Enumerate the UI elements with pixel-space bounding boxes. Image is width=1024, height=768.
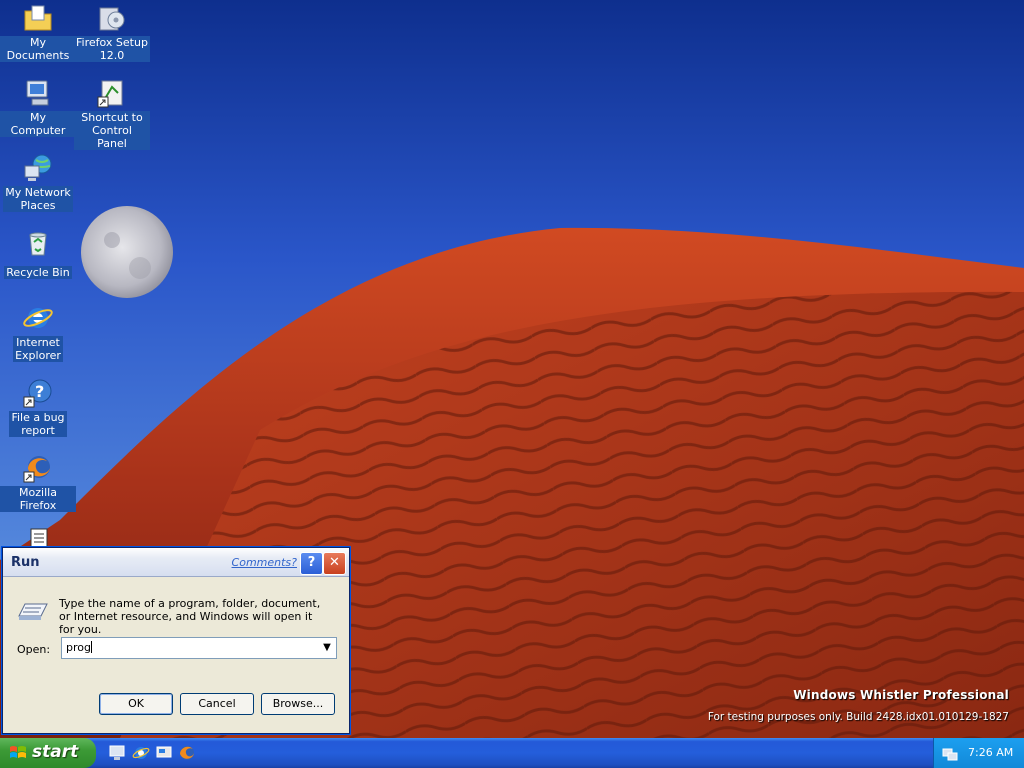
label-line: Firefox Setup [76,36,148,49]
label-line: Internet [16,336,60,349]
open-combobox[interactable]: prog ▼ [61,637,337,659]
help-button[interactable]: ? [300,552,323,575]
desktop-icon-label: My Network Places [3,186,73,212]
desktop-icon-label: Internet Explorer [13,336,63,362]
browse-button[interactable]: Browse... [261,693,335,715]
firefox-setup-icon [99,7,125,31]
label-line: Control Panel [92,124,132,150]
cancel-button[interactable]: Cancel [180,693,254,715]
desktop-icon-network-places[interactable]: My Network Places [0,152,76,213]
svg-text:?: ? [35,382,44,401]
comments-link[interactable]: Comments? [232,556,297,569]
desktop: My Documents Firefox Setup 12.0 My Compu… [0,0,1024,738]
label-line: Shortcut to [81,111,143,124]
desktop-icon-label: Firefox Setup 12.0 [74,36,150,62]
desktop-icon-control-panel-shortcut[interactable]: Shortcut to Control Panel [74,77,150,151]
internet-explorer-icon [23,308,53,328]
desktop-icon-recycle-bin[interactable]: Recycle Bin [0,227,76,280]
folder-documents-icon [24,5,52,31]
text-caret [90,641,92,653]
close-button[interactable]: ✕ [323,552,346,575]
watermark-build: For testing purposes only. Build 2428.id… [707,711,1009,723]
desktop-icon-label: Recycle Bin [4,266,72,279]
open-label: Open: [17,643,51,656]
run-dialog: Run Comments? ? ✕ Type the name of a pro… [2,547,350,734]
run-dialog-description: Type the name of a program, folder, docu… [59,597,321,636]
firefox-icon [23,456,50,483]
desktop-icon-my-computer[interactable]: My Computer [0,77,76,138]
label-line: File a bug [11,411,65,424]
run-dialog-title: Run [11,555,40,570]
internet-explorer-icon[interactable] [132,744,150,762]
desktop-icon-label: Mozilla Firefox [0,486,76,512]
desktop-icon-label: Shortcut to Control Panel [74,111,150,150]
monitor-icon[interactable] [108,744,126,762]
desktop-icon-label: My Documents [0,36,76,62]
label-line: My Network [5,186,71,199]
start-button[interactable]: start [0,738,96,768]
network-places-icon [24,154,52,181]
open-input[interactable]: prog [66,641,92,654]
label-line: report [21,424,55,437]
label-line: Explorer [15,349,61,362]
label-line: 12.0 [99,49,125,62]
desktop-icon-internet-explorer[interactable]: Internet Explorer [0,302,76,363]
desktop-icon-my-documents[interactable]: My Documents [0,2,76,63]
run-icon [18,603,48,620]
desktop-icon-label: My Computer [0,111,76,137]
watermark-title: Windows Whistler Professional [793,688,1009,702]
help-bug-report-icon: ? [23,379,52,408]
label-line: Places [20,199,56,212]
clock[interactable]: 7:26 AM [968,746,1013,759]
windows-flag-icon [10,746,26,758]
desktop-icon-firefox-setup[interactable]: Firefox Setup 12.0 [74,2,150,63]
desktop-icon-label: File a bug report [9,411,67,437]
run-dialog-titlebar[interactable]: Run Comments? ? ✕ [3,548,349,577]
open-input-value: prog [66,641,91,654]
desktop-icon-file-bug-report[interactable]: ? File a bug report [0,377,76,438]
taskbar: start 7:26 AM [0,738,1024,768]
start-label: start [32,742,79,762]
ok-button[interactable]: OK [99,693,173,715]
chevron-down-icon[interactable]: ▼ [319,639,335,657]
control-panel-shortcut-icon [97,80,123,108]
network-tray-icon[interactable] [942,745,958,761]
desktop-icon-mozilla-firefox[interactable]: Mozilla Firefox [0,452,76,513]
firefox-icon[interactable] [178,744,196,762]
system-tray: 7:26 AM [933,738,1024,768]
show-desktop-icon[interactable] [155,744,173,762]
computer-icon [26,80,49,106]
recycle-bin-icon [29,232,47,256]
